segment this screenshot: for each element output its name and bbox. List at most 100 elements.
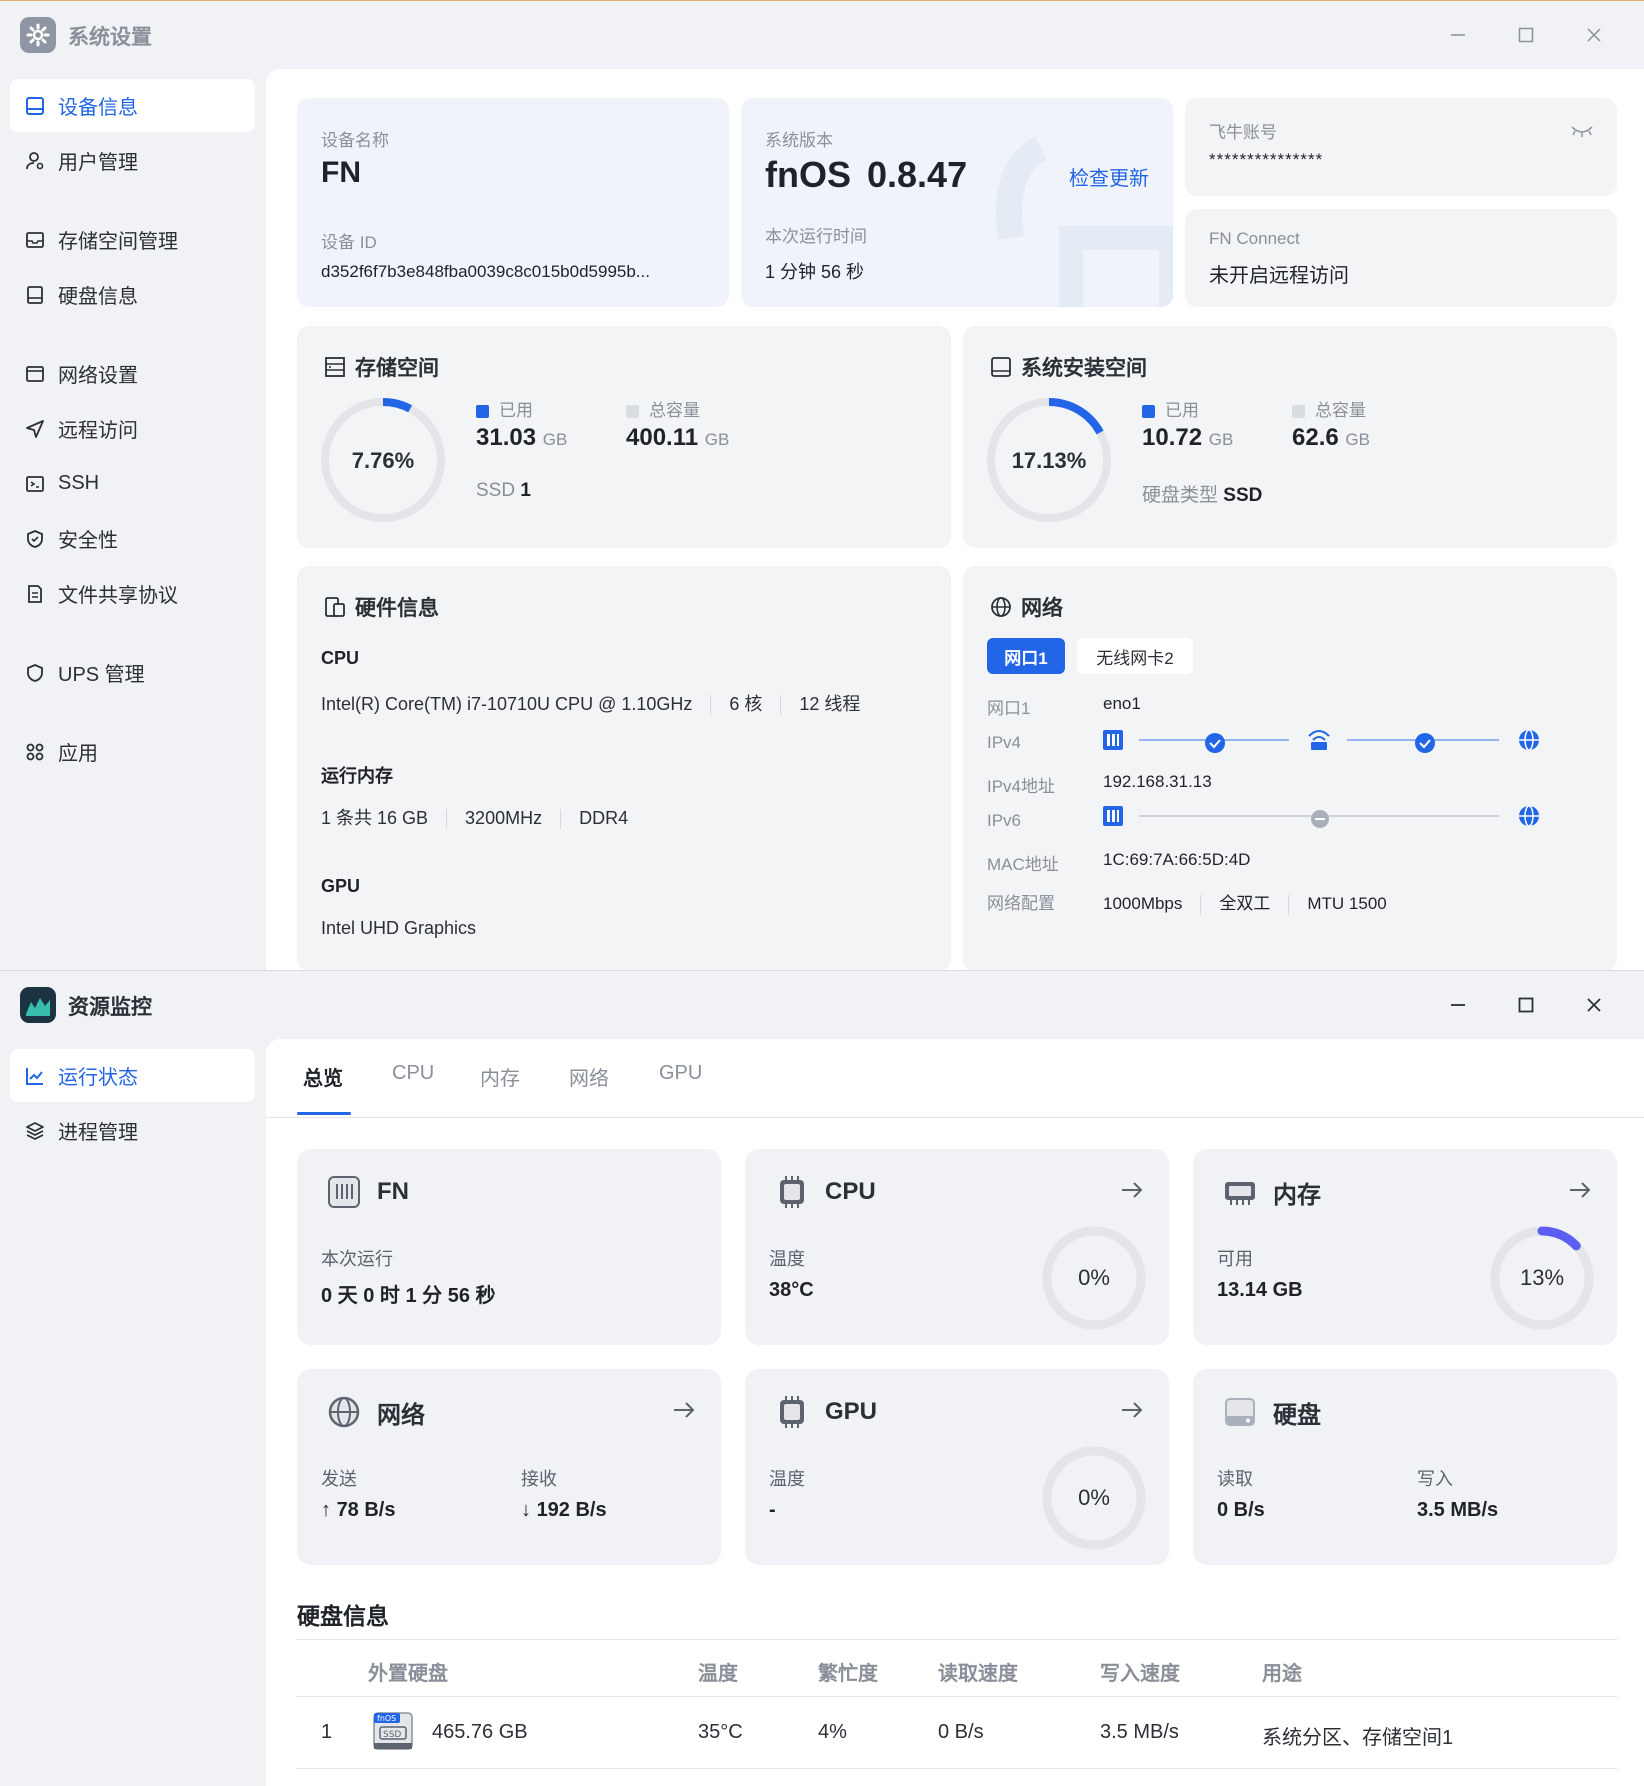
device-id: d352f6f7b3e848fba0039c8c015b0d5995b... xyxy=(321,262,650,281)
maximize-button[interactable] xyxy=(1506,15,1546,55)
storage-used-value: 31.03 GB xyxy=(476,424,567,452)
sidebar-item-network[interactable]: 网络设置 xyxy=(10,347,255,400)
sidebar-item-label: SSH xyxy=(58,472,100,494)
system-space-title-text: 系统安装空间 xyxy=(1021,357,1147,380)
memory-size: 1 条共 16 GB xyxy=(321,808,429,828)
total-legend-label: 总容量 xyxy=(649,401,700,420)
fn-card-header: FN xyxy=(325,1173,409,1211)
tab-overview[interactable]: 总览 xyxy=(303,1062,343,1091)
sidebar-item-label: 文件共享协议 xyxy=(58,585,178,607)
arrow-right-icon[interactable] xyxy=(1567,1177,1593,1203)
system-space-card: 系统安装空间 17.13% 已用 10.72 GB 总容量 62.6 GB 硬盘… xyxy=(963,326,1617,548)
net-row-label: IPv6 xyxy=(987,811,1022,830)
gpu-usage-percent: 0% xyxy=(1078,1485,1110,1510)
hardware-card: 硬件信息 CPU Intel(R) Core(TM) i7-10710U CPU… xyxy=(297,566,951,970)
disk-size: 465.76 GB xyxy=(432,1721,528,1743)
fnos-watermark-icon xyxy=(996,136,1173,307)
sidebar-item-storage[interactable]: 存储空间管理 xyxy=(10,213,255,266)
cpu-temp-value: 38°C xyxy=(769,1279,814,1301)
net-row-label: IPv4 xyxy=(987,733,1022,752)
check-update-link[interactable]: 检查更新 xyxy=(1069,162,1149,191)
sidebar-item-status[interactable]: 运行状态 xyxy=(10,1049,255,1102)
system-used-number: 10.72 xyxy=(1142,424,1203,451)
sidebar-item-device-info[interactable]: 设备信息 xyxy=(10,79,255,132)
device-id-label: 设备 ID xyxy=(321,233,377,252)
sidebar-item-ssh[interactable]: SSH xyxy=(10,457,255,510)
network-monitor-card[interactable]: 网络 发送 ↑ 78 B/s 接收 ↓ 192 B/s xyxy=(297,1369,721,1565)
gpu-card[interactable]: GPU 温度 - 0% xyxy=(745,1369,1169,1565)
device-card: 设备名称 FN 设备 ID d352f6f7b3e848fba0039c8c01… xyxy=(297,98,729,307)
sidebar-item-security[interactable]: 安全性 xyxy=(10,512,255,565)
disk-usage: 系统分区、存储空间1 xyxy=(1262,1727,1454,1749)
storage-total-legend: 总容量 xyxy=(626,396,700,421)
settings-titlebar: 系统设置 xyxy=(0,1,1644,69)
uptime-label: 本次运行时间 xyxy=(765,227,867,246)
maximize-button[interactable] xyxy=(1506,985,1546,1025)
sidebar-item-processes[interactable]: 进程管理 xyxy=(10,1104,255,1157)
devices-icon xyxy=(323,595,347,619)
sidebar-item-apps[interactable]: 应用 xyxy=(10,725,255,778)
tab-gpu[interactable]: GPU xyxy=(659,1062,702,1085)
sidebar-item-file-sharing[interactable]: 文件共享协议 xyxy=(10,567,255,620)
minimize-button[interactable] xyxy=(1438,985,1478,1025)
cpu-chip-icon xyxy=(773,1173,811,1211)
sidebar-item-label: UPS 管理 xyxy=(58,664,145,686)
disk-monitor-card: 硬盘 读取 0 B/s 写入 3.5 MB/s xyxy=(1193,1369,1617,1565)
sidebar-item-disks[interactable]: 硬盘信息 xyxy=(10,268,255,321)
svg-text:fnOS: fnOS xyxy=(377,1714,396,1723)
sidebar-item-remote-access[interactable]: 远程访问 xyxy=(10,402,255,455)
storage-total-value: 400.11 GB xyxy=(626,424,729,452)
cpu-card[interactable]: CPU 温度 38°C 0% xyxy=(745,1149,1169,1345)
ssd-label: SSD xyxy=(476,480,516,501)
fn-card: FN 本次运行 0 天 0 时 1 分 56 秒 xyxy=(297,1149,721,1345)
disk-read-label: 读取 xyxy=(1217,1469,1253,1489)
sidebar-item-ups[interactable]: UPS 管理 xyxy=(10,646,255,699)
tab-cpu[interactable]: CPU xyxy=(392,1062,434,1085)
minimize-button[interactable] xyxy=(1438,15,1478,55)
device-name: FN xyxy=(321,156,361,189)
connectivity-diagram xyxy=(1103,729,1539,828)
arrow-down-icon: ↓ xyxy=(521,1499,531,1521)
network-monitor-header: 网络 xyxy=(325,1393,425,1431)
tab-memory[interactable]: 内存 xyxy=(480,1062,520,1091)
sidebar-item-users[interactable]: 用户管理 xyxy=(10,134,255,187)
arrow-right-icon[interactable] xyxy=(1119,1177,1145,1203)
fn-connect-card[interactable]: FN Connect 未开启远程访问 xyxy=(1185,209,1617,307)
col-header-temp: 温度 xyxy=(698,1663,738,1685)
sidebar-item-label: 存储空间管理 xyxy=(58,231,178,253)
ssd-count: SSD 1 xyxy=(476,480,531,502)
memory-label: 运行内存 xyxy=(321,766,393,786)
terminal-icon xyxy=(24,473,46,495)
memory-card[interactable]: 内存 可用 13.14 GB 13% xyxy=(1193,1149,1617,1345)
layers-icon xyxy=(24,1120,46,1142)
tab-wireless2[interactable]: 无线网卡2 xyxy=(1077,638,1193,674)
line-chart-icon xyxy=(24,1065,46,1087)
tab-port1[interactable]: 网口1 xyxy=(987,638,1065,674)
storage-total-number: 400.11 xyxy=(626,424,699,451)
eye-closed-icon[interactable] xyxy=(1571,124,1593,138)
router-icon xyxy=(1308,730,1330,750)
cpu-temp-label: 温度 xyxy=(769,1249,805,1269)
hard-drive-icon xyxy=(1221,1393,1259,1431)
arrow-right-icon[interactable] xyxy=(1119,1397,1145,1423)
table-divider xyxy=(297,1696,1617,1697)
memory-speed: 3200MHz xyxy=(465,808,543,828)
cpu-card-header: CPU xyxy=(773,1173,876,1211)
fnos-ssd-icon: fnOS SSD xyxy=(373,1712,413,1750)
check-circle-icon xyxy=(1415,733,1435,753)
disk-monitor-title: 硬盘 xyxy=(1273,1401,1321,1429)
close-button[interactable] xyxy=(1574,985,1614,1025)
link-speed: 1000Mbps xyxy=(1103,894,1183,913)
fn-connect-status: 未开启远程访问 xyxy=(1209,265,1349,287)
close-button[interactable] xyxy=(1574,15,1614,55)
receive-rate: 192 B/s xyxy=(536,1499,607,1521)
network-title-text: 网络 xyxy=(1021,597,1063,620)
memory-available-value: 13.14 GB xyxy=(1217,1279,1303,1301)
arrow-right-icon[interactable] xyxy=(671,1397,697,1423)
storage-icon xyxy=(24,229,46,251)
tab-network[interactable]: 网络 xyxy=(569,1062,609,1091)
disk-write-value: 3.5 MB/s xyxy=(1417,1499,1499,1521)
used-legend-label: 已用 xyxy=(1165,401,1199,420)
net-row-label: IPv4地址 xyxy=(987,777,1056,796)
cpu-cores: 6 核 xyxy=(729,694,763,714)
